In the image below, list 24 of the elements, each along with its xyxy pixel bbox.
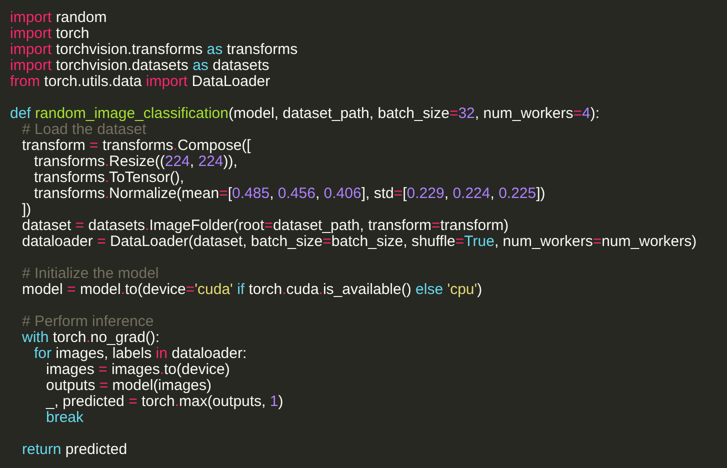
code-line: import torchvision.transforms as transforms: [10, 42, 298, 58]
code-line: # Load the dataset: [22, 122, 146, 138]
code-line: for images, labels in dataloader:: [34, 346, 247, 362]
code-line: model = model.to(device='cuda' if torch.cuda.is_available() else 'cpu'): [22, 282, 482, 298]
code-line: dataset = datasets.ImageFolder(root=dataset_path, transform=transform): [22, 218, 509, 234]
code-line: break: [46, 410, 84, 426]
code-line: import random: [10, 10, 107, 26]
code-line: transform = transforms.Compose([: [22, 138, 251, 154]
code-line: outputs = model(images): [46, 378, 212, 394]
code-line: _, predicted = torch.max(outputs, 1): [46, 394, 284, 410]
code-line: dataloader = DataLoader(dataset, batch_size=batch_size, shuffle=True, num_workers=num_workers): [22, 234, 697, 250]
code-line: transforms.Normalize(mean=[0.485, 0.456, 0.406], std=[0.229, 0.224, 0.225]): [34, 186, 546, 202]
code-line: return predicted: [22, 442, 128, 458]
code-line: def random_image_classification(model, dataset_path, batch_size=32, num_workers=4):: [10, 106, 600, 122]
code-line: transforms.ToTensor(),: [34, 170, 184, 186]
code-line: with torch.no_grad():: [22, 330, 160, 346]
code-line: import torchvision.datasets as datasets: [10, 58, 270, 74]
code-line: ]): [22, 202, 32, 218]
code-line: images = images.to(device): [46, 362, 230, 378]
code-line: import torch: [10, 26, 90, 42]
code-line: # Initialize the model: [22, 266, 159, 282]
code-line: transforms.Resize((224, 224)),: [34, 154, 238, 170]
code-line: from torch.utils.data import DataLoader: [10, 74, 270, 90]
code-line: # Perform inference: [22, 314, 154, 330]
